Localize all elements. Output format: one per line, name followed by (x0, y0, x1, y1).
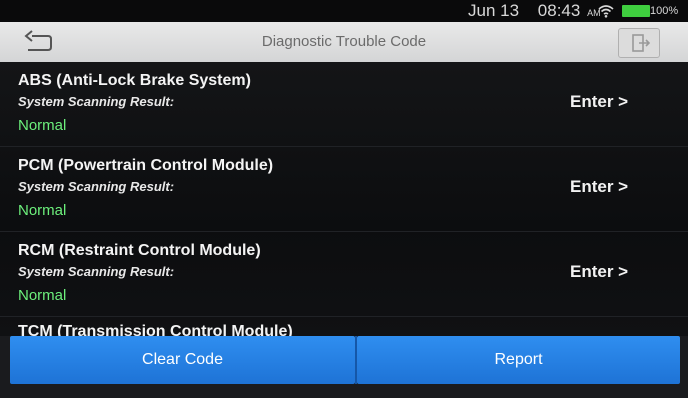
list-item[interactable]: ABS (Anti-Lock Brake System) System Scan… (0, 62, 688, 147)
scan-result-value: Normal (18, 202, 67, 219)
scan-result-value: Normal (18, 287, 67, 304)
module-name: PCM (Powertrain Control Module) (18, 157, 274, 174)
module-name: TCM (Transmission Control Module) (18, 323, 293, 336)
list-item[interactable]: RCM (Restraint Control Module) System Sc… (0, 232, 688, 317)
exit-icon (632, 34, 651, 52)
enter-button[interactable]: Enter > (570, 92, 628, 112)
list-item[interactable]: TCM (Transmission Control Module) (0, 317, 688, 336)
enter-button[interactable]: Enter > (570, 177, 628, 197)
page-title: Diagnostic Trouble Code (261, 33, 427, 50)
status-time: Jun 13 08:43 AM (468, 0, 601, 22)
battery-icon (622, 5, 650, 17)
report-button[interactable]: Report (357, 336, 680, 384)
scan-result-value: Normal (18, 117, 67, 134)
header-bar: Diagnostic Trouble Code (0, 22, 688, 62)
clear-code-button[interactable]: Clear Code (10, 336, 355, 384)
screen: Jun 13 08:43 AM 100% Diagnostic Trouble … (0, 0, 688, 398)
status-clock: 08:43 (537, 1, 581, 20)
scan-result-label: System Scanning Result: (18, 179, 175, 194)
list-item[interactable]: PCM (Powertrain Control Module) System S… (0, 147, 688, 232)
scan-result-label: System Scanning Result: (18, 264, 175, 279)
exit-button[interactable] (618, 28, 660, 58)
status-date: Jun 13 (468, 1, 520, 20)
enter-button[interactable]: Enter > (570, 262, 628, 282)
module-name: RCM (Restraint Control Module) (18, 242, 261, 259)
action-bar: Clear Code Report (0, 336, 688, 398)
status-bar: Jun 13 08:43 AM 100% (0, 0, 688, 22)
battery-level: 100% (650, 5, 679, 17)
module-list[interactable]: ABS (Anti-Lock Brake System) System Scan… (0, 62, 688, 336)
module-name: ABS (Anti-Lock Brake System) (18, 72, 251, 89)
wifi-icon (598, 5, 614, 18)
scan-result-label: System Scanning Result: (18, 94, 175, 109)
